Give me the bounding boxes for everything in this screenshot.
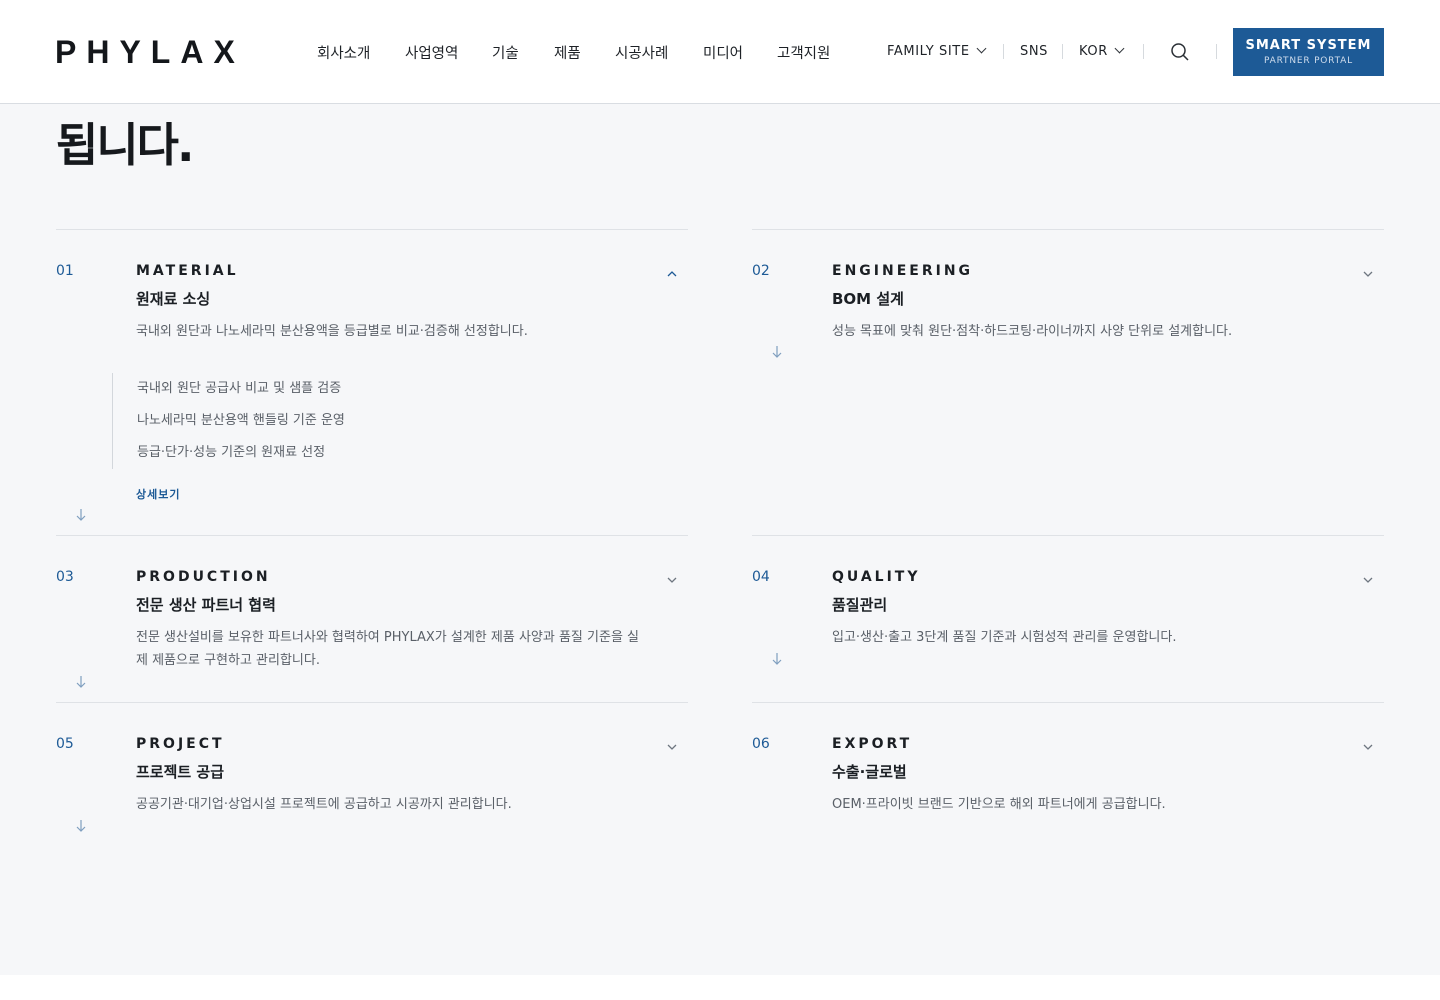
- arrow-down-icon: [76, 509, 86, 521]
- list-item: 국내외 원단 공급사 비교 및 샘플 검증: [137, 381, 342, 396]
- chevron-down-icon: [1114, 43, 1125, 54]
- service-description: OEM·프라이빗 브랜드 기반으로 해외 파트너에게 공급합니다.: [832, 797, 1166, 812]
- service-number: 06: [752, 736, 770, 752]
- divider: [1216, 44, 1217, 59]
- service-description: 성능 목표에 맞춰 원단·점착·하드코팅·라이너까지 사양 단위로 설계합니다.: [832, 324, 1233, 339]
- nav-item-media[interactable]: 미디어: [703, 42, 743, 63]
- chevron-down-icon[interactable]: [1362, 268, 1374, 280]
- service-number: 02: [752, 263, 770, 279]
- arrow-down-icon: [772, 653, 782, 665]
- service-item-project: 05 PROJECT 프로젝트 공급 공공기관·대기업·상업시설 프로젝트에 공…: [56, 702, 688, 852]
- service-title-en[interactable]: QUALITY: [832, 569, 921, 585]
- service-title-ko: 원재료 소싱: [136, 290, 211, 308]
- nav-item-cases[interactable]: 시공사례: [615, 42, 668, 63]
- service-item-material: 01 MATERIAL 원재료 소싱 국내외 원단과 나노세라믹 분산용액을 등…: [56, 229, 688, 535]
- service-title-en[interactable]: ENGINEERING: [832, 263, 973, 279]
- service-title-ko: 프로젝트 공급: [136, 763, 225, 781]
- service-title-ko: 품질관리: [832, 596, 888, 614]
- service-description: 국내외 원단과 나노세라믹 분산용액을 등급별로 비교·검증해 선정합니다.: [136, 324, 528, 339]
- search-button[interactable]: [1170, 42, 1190, 62]
- service-number: 04: [752, 569, 770, 585]
- family-site-dropdown[interactable]: FAMILY SITE: [887, 43, 987, 59]
- divider: [1003, 44, 1004, 59]
- nav-item-business[interactable]: 사업영역: [405, 42, 458, 63]
- hero-heading-line2: 됩니다.: [56, 118, 194, 172]
- arrow-down-icon: [76, 820, 86, 832]
- service-number: 05: [56, 736, 74, 752]
- divider: [1062, 44, 1063, 59]
- nav-item-products[interactable]: 제품: [554, 42, 581, 63]
- family-site-label: FAMILY SITE: [887, 44, 970, 59]
- cta-title: SMART SYSTEM: [1245, 38, 1372, 53]
- service-description: 전문 생산설비를 보유한 파트너사와 협력하여 PHYLAX가 설계한 제품 사…: [136, 630, 639, 668]
- nav-item-company[interactable]: 회사소개: [317, 42, 370, 63]
- service-detail-list: 국내외 원단 공급사 비교 및 샘플 검증 나노세라믹 분산용액 핸들링 기준 …: [112, 373, 612, 469]
- chevron-down-icon[interactable]: [1362, 574, 1374, 586]
- sns-link[interactable]: SNS: [1020, 44, 1048, 59]
- service-title-en[interactable]: PRODUCTION: [136, 569, 271, 585]
- chevron-down-icon: [976, 43, 987, 54]
- divider: [1143, 44, 1144, 59]
- arrow-down-icon: [76, 676, 86, 688]
- chevron-down-icon[interactable]: [1362, 741, 1374, 753]
- chevron-down-icon[interactable]: [666, 741, 678, 753]
- site-header: PHYLAX 회사소개 사업영역 기술 제품 시공사례 미디어 고객지원 FAM…: [0, 0, 1440, 104]
- service-title-ko: 전문 생산 파트너 협력: [136, 596, 276, 614]
- language-label: KOR: [1079, 44, 1108, 59]
- arrow-down-icon: [772, 346, 782, 358]
- service-title-ko: 수출·글로벌: [832, 763, 907, 781]
- service-title-en[interactable]: MATERIAL: [136, 263, 239, 279]
- logo[interactable]: PHYLAX: [55, 34, 245, 71]
- list-item: 나노세라믹 분산용액 핸들링 기준 운영: [137, 413, 345, 428]
- service-item-engineering: 02 ENGINEERING BOM 설계 성능 목표에 맞춰 원단·점착·하드…: [752, 229, 1384, 535]
- service-title-en[interactable]: EXPORT: [832, 736, 912, 752]
- service-description: 입고·생산·출고 3단계 품질 기준과 시험성적 관리를 운영합니다.: [832, 630, 1177, 645]
- service-item-export: 06 EXPORT 수출·글로벌 OEM·프라이빗 브랜드 기반으로 해외 파트…: [752, 702, 1384, 852]
- service-title-ko: BOM 설계: [832, 290, 904, 308]
- service-description: 공공기관·대기업·상업시설 프로젝트에 공급하고 시공까지 관리합니다.: [136, 797, 512, 812]
- service-title-en[interactable]: PROJECT: [136, 736, 225, 752]
- service-number: 03: [56, 569, 74, 585]
- service-item-quality: 04 QUALITY 품질관리 입고·생산·출고 3단계 품질 기준과 시험성적…: [752, 535, 1384, 702]
- chevron-up-icon[interactable]: [666, 268, 678, 280]
- service-number: 01: [56, 263, 74, 279]
- nav-item-technology[interactable]: 기술: [492, 42, 519, 63]
- list-item: 등급·단가·성능 기준의 원재료 선정: [137, 445, 326, 460]
- service-item-production: 03 PRODUCTION 전문 생산 파트너 협력 전문 생산설비를 보유한 …: [56, 535, 688, 702]
- detail-link[interactable]: 상세보기: [136, 486, 180, 502]
- language-dropdown[interactable]: KOR: [1079, 43, 1125, 59]
- smart-system-button[interactable]: SMART SYSTEM PARTNER PORTAL: [1233, 28, 1384, 76]
- nav-item-support[interactable]: 고객지원: [777, 42, 830, 63]
- chevron-down-icon[interactable]: [666, 574, 678, 586]
- cta-subtitle: PARTNER PORTAL: [1264, 56, 1353, 66]
- search-icon: [1171, 43, 1189, 61]
